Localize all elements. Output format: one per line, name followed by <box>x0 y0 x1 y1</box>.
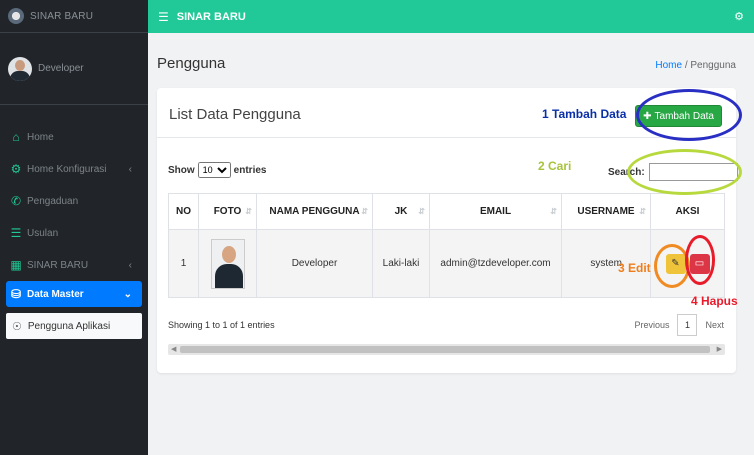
sidebar: SINAR BARU Developer ⌂ Home ⚙ Home Konfi… <box>0 0 148 455</box>
sidebar-item-home[interactable]: ⌂ Home <box>0 121 148 153</box>
sidebar-subitem-label: Pengguna Aplikasi <box>27 320 111 332</box>
chevron-left-icon: ‹ <box>128 163 132 175</box>
sidebar-item-sinar-baru[interactable]: ▦ SINAR BARU ‹ <box>0 249 148 281</box>
avatar <box>8 56 32 81</box>
gear-icon[interactable]: ⚙ <box>734 10 744 23</box>
sort-icon: ⇵ <box>639 207 646 216</box>
sort-icon: ⇵ <box>245 207 252 216</box>
breadcrumb-home-link[interactable]: Home <box>655 60 682 71</box>
sidebar-item-usulan[interactable]: ☰ Usulan <box>0 217 148 249</box>
building-icon: ▦ <box>10 258 22 272</box>
user-icon: ☉ <box>12 320 22 333</box>
gears-icon: ⚙ <box>10 162 22 176</box>
column-header-label: AKSI <box>675 206 700 217</box>
column-header-label: USERNAME <box>577 206 635 217</box>
entries-select[interactable]: 10 <box>197 162 231 178</box>
hamburger-menu-icon[interactable]: ☰ <box>158 10 169 24</box>
annotation-ring-delete <box>685 235 715 285</box>
sidebar-item-label: Pengaduan <box>27 195 79 207</box>
home-icon: ⌂ <box>12 130 20 144</box>
column-header-email[interactable]: EMAIL ⇵ <box>429 193 562 230</box>
entries-control: Show 10 entries <box>168 162 266 178</box>
user-panel[interactable]: Developer <box>0 33 148 105</box>
column-header-nama[interactable]: NAMA PENGGUNA ⇵ <box>256 193 373 230</box>
column-header-username[interactable]: USERNAME ⇵ <box>561 193 651 230</box>
scrollbar-thumb[interactable] <box>180 346 710 353</box>
database-icon: ⛁ <box>10 287 22 301</box>
brand-logo-icon <box>8 8 24 24</box>
sidebar-item-label: Home <box>27 131 54 143</box>
sidebar-item-data-master[interactable]: ⛁ Data Master ⌄ <box>6 281 142 307</box>
column-header-no[interactable]: NO <box>168 193 199 230</box>
sidebar-item-label: Usulan <box>27 227 59 239</box>
table-info: Showing 1 to 1 of 1 entries <box>168 320 275 330</box>
show-label: Show <box>168 164 195 176</box>
column-header-jk[interactable]: JK ⇵ <box>372 193 430 230</box>
pagination: Previous 1 Next <box>634 314 724 336</box>
cell-foto <box>198 229 257 298</box>
breadcrumb: Home / Pengguna <box>655 60 736 71</box>
user-name: Developer <box>38 63 84 74</box>
breadcrumb-current: Pengguna <box>690 60 736 71</box>
chevron-down-icon: ⌄ <box>123 288 132 300</box>
sort-icon: ⇵ <box>550 207 557 216</box>
sidebar-item-home-konfigurasi[interactable]: ⚙ Home Konfigurasi ‹ <box>0 153 148 185</box>
annotation-edit: 3 Edit <box>618 261 651 275</box>
column-header-label: NAMA PENGGUNA <box>269 206 360 217</box>
navbar-title: SINAR BARU <box>176 10 246 23</box>
sort-icon: ⇵ <box>361 207 368 216</box>
brand[interactable]: SINAR BARU <box>0 0 148 33</box>
user-photo <box>210 238 245 289</box>
brand-name: SINAR BARU <box>30 10 94 22</box>
column-header-label: JK <box>394 206 408 217</box>
sidebar-subitem-pengguna-aplikasi[interactable]: ☉ Pengguna Aplikasi <box>6 313 142 339</box>
column-header-foto[interactable]: FOTO ⇵ <box>198 193 257 230</box>
top-navbar: ☰ SINAR BARU ⚙ <box>148 0 754 33</box>
chevron-left-icon: ‹ <box>128 259 132 271</box>
table-header-row: NO FOTO ⇵ NAMA PENGGUNA ⇵ JK ⇵ EMAIL ⇵ USERN… <box>168 193 725 230</box>
sidebar-item-label: Data Master <box>27 288 84 300</box>
pagination-next[interactable]: Next <box>705 320 724 330</box>
annotation-search: 2 Cari <box>538 159 572 173</box>
cell-no: 1 <box>168 229 199 298</box>
column-header-label: FOTO <box>213 206 242 217</box>
card-title: List Data Pengguna <box>169 106 301 123</box>
pagination-previous[interactable]: Previous <box>634 320 669 330</box>
sidebar-menu: ⌂ Home ⚙ Home Konfigurasi ‹ ✆ Pengaduan … <box>0 105 148 339</box>
scroll-right-icon[interactable]: ▶ <box>717 344 722 355</box>
list-icon: ☰ <box>10 226 22 240</box>
annotation-ring-add <box>636 89 742 141</box>
sidebar-item-label: Home Konfigurasi <box>27 163 107 175</box>
cell-email: admin@tzdeveloper.com <box>429 229 562 298</box>
column-header-label: EMAIL <box>479 206 512 217</box>
annotation-ring-search <box>627 149 742 195</box>
sidebar-item-label: SINAR BARU <box>27 259 89 271</box>
column-header-label: NO <box>176 206 191 217</box>
column-header-aksi[interactable]: AKSI <box>650 193 725 230</box>
annotation-add: 1 Tambah Data <box>542 107 627 121</box>
breadcrumb-separator: / <box>684 60 688 71</box>
sort-icon: ⇵ <box>418 207 425 216</box>
scroll-left-icon[interactable]: ◀ <box>171 344 176 355</box>
entries-label: entries <box>233 164 267 176</box>
phone-icon: ✆ <box>10 194 22 208</box>
page-title: Pengguna <box>157 55 226 72</box>
cell-jk: Laki-laki <box>372 229 430 298</box>
cell-name: Developer <box>256 229 373 298</box>
sidebar-item-pengaduan[interactable]: ✆ Pengaduan <box>0 185 148 217</box>
annotation-delete: 4 Hapus <box>691 294 738 308</box>
pagination-page[interactable]: 1 <box>677 314 698 336</box>
users-table: NO FOTO ⇵ NAMA PENGGUNA ⇵ JK ⇵ EMAIL ⇵ USERN… <box>168 193 725 298</box>
horizontal-scrollbar[interactable]: ◀ ▶ <box>168 344 725 355</box>
